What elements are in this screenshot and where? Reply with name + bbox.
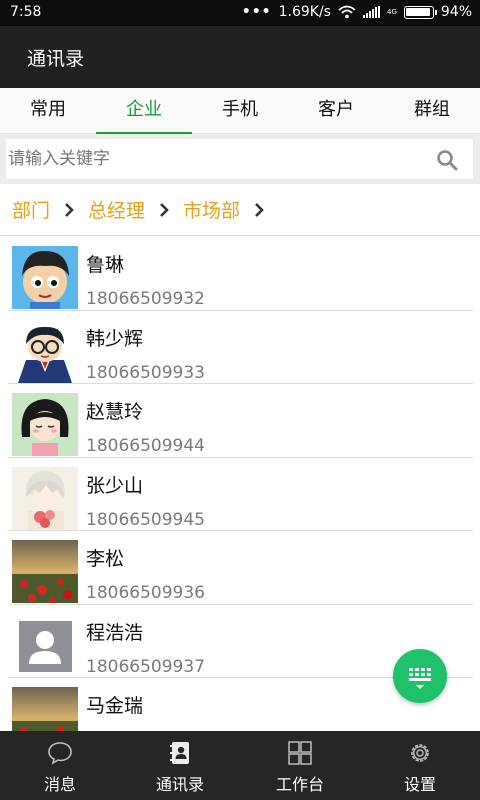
contact-name: 韩少辉 (86, 327, 144, 350)
cartoon-girl-avatar (12, 393, 78, 456)
search-box (6, 139, 473, 179)
contact-phone: 18066509932 (86, 289, 205, 309)
nav-messages[interactable]: 消息 (0, 731, 120, 800)
tab-phone[interactable]: 手机 (192, 88, 288, 133)
title-bar: 通讯录 (0, 26, 480, 88)
chevron-right-icon (65, 202, 74, 217)
search-icon[interactable] (435, 148, 459, 172)
grid-icon (288, 741, 312, 765)
contact-phone: 18066509936 (86, 583, 205, 603)
tab-bar: 常用 企业 手机 客户 群组 (0, 88, 480, 134)
nav-settings[interactable]: 设置 (360, 731, 480, 800)
poppy-field-avatar (12, 540, 78, 603)
battery-icon (403, 5, 437, 19)
nav-workbench-label: 工作台 (275, 775, 324, 794)
battery-percent: 94% (440, 4, 472, 20)
page-title: 通讯录 (27, 48, 85, 70)
chat-bubble-icon (48, 742, 72, 765)
contact-name: 李松 (86, 548, 125, 570)
keypad-button[interactable] (393, 649, 447, 703)
contact-phone: 18066509944 (86, 436, 205, 456)
gear-icon (411, 744, 429, 762)
address-book-icon (170, 742, 189, 764)
nav-settings-label: 设置 (403, 775, 436, 794)
tab-customers[interactable]: 客户 (288, 88, 384, 133)
contact-row[interactable]: 韩少辉 18066509933 (8, 311, 473, 384)
anime-boy-flowers-avatar (12, 466, 78, 530)
contact-phone: 18066509937 (86, 656, 205, 677)
nav-contacts[interactable]: 通讯录 (120, 731, 240, 800)
status-right: ••• 1.69K/s 4G 94% (242, 4, 472, 20)
search-input[interactable] (8, 139, 428, 179)
nav-messages-label: 消息 (43, 775, 76, 794)
contact-phone: 18066509945 (86, 509, 205, 530)
nav-contacts-label: 通讯录 (155, 775, 204, 794)
wifi-icon (338, 5, 356, 19)
status-bar: 7:58 ••• 1.69K/s 4G 94% (0, 0, 480, 26)
tab-enterprise[interactable]: 企业 (96, 88, 192, 134)
contact-phone: 18066509933 (86, 362, 205, 383)
signal-icon (362, 6, 380, 18)
breadcrumb-department[interactable]: 部门 (12, 196, 50, 223)
breadcrumb-general-manager[interactable]: 总经理 (88, 196, 145, 223)
keyboard-icon (409, 668, 431, 689)
nav-workbench[interactable]: 工作台 (240, 731, 360, 800)
breadcrumb-marketing[interactable]: 市场部 (183, 196, 240, 223)
contact-name: 张少山 (86, 474, 144, 497)
contact-name: 马金瑞 (86, 695, 144, 717)
contact-name: 赵慧玲 (86, 401, 144, 423)
breadcrumb: 部门 总经理 市场部 (0, 184, 480, 236)
contact-name: 程浩浩 (86, 621, 144, 644)
status-dots: ••• (241, 4, 272, 20)
contact-name: 鲁琳 (86, 254, 125, 276)
tab-groups[interactable]: 群组 (384, 88, 480, 133)
search-bar (0, 134, 480, 184)
contact-row[interactable]: 张少山 18066509945 (8, 458, 473, 531)
default-user-avatar (12, 613, 78, 677)
poppy-field-avatar (12, 687, 78, 731)
cartoon-detective-avatar (12, 319, 78, 383)
cartoon-boy-avatar (12, 246, 78, 309)
tab-frequent[interactable]: 常用 (0, 88, 96, 133)
network-type: 4G (386, 7, 397, 16)
network-speed: 1.69K/s (278, 4, 331, 20)
chevron-right-icon (255, 202, 264, 217)
status-time: 7:58 (10, 4, 42, 20)
contact-row[interactable]: 赵慧玲 18066509944 (8, 384, 473, 458)
bottom-nav: 消息 通讯录 工作台 设置 (0, 731, 480, 800)
contact-row[interactable]: 李松 18066509936 (8, 531, 473, 605)
chevron-right-icon (160, 202, 169, 217)
contact-row[interactable]: 鲁琳 18066509932 (8, 237, 473, 311)
